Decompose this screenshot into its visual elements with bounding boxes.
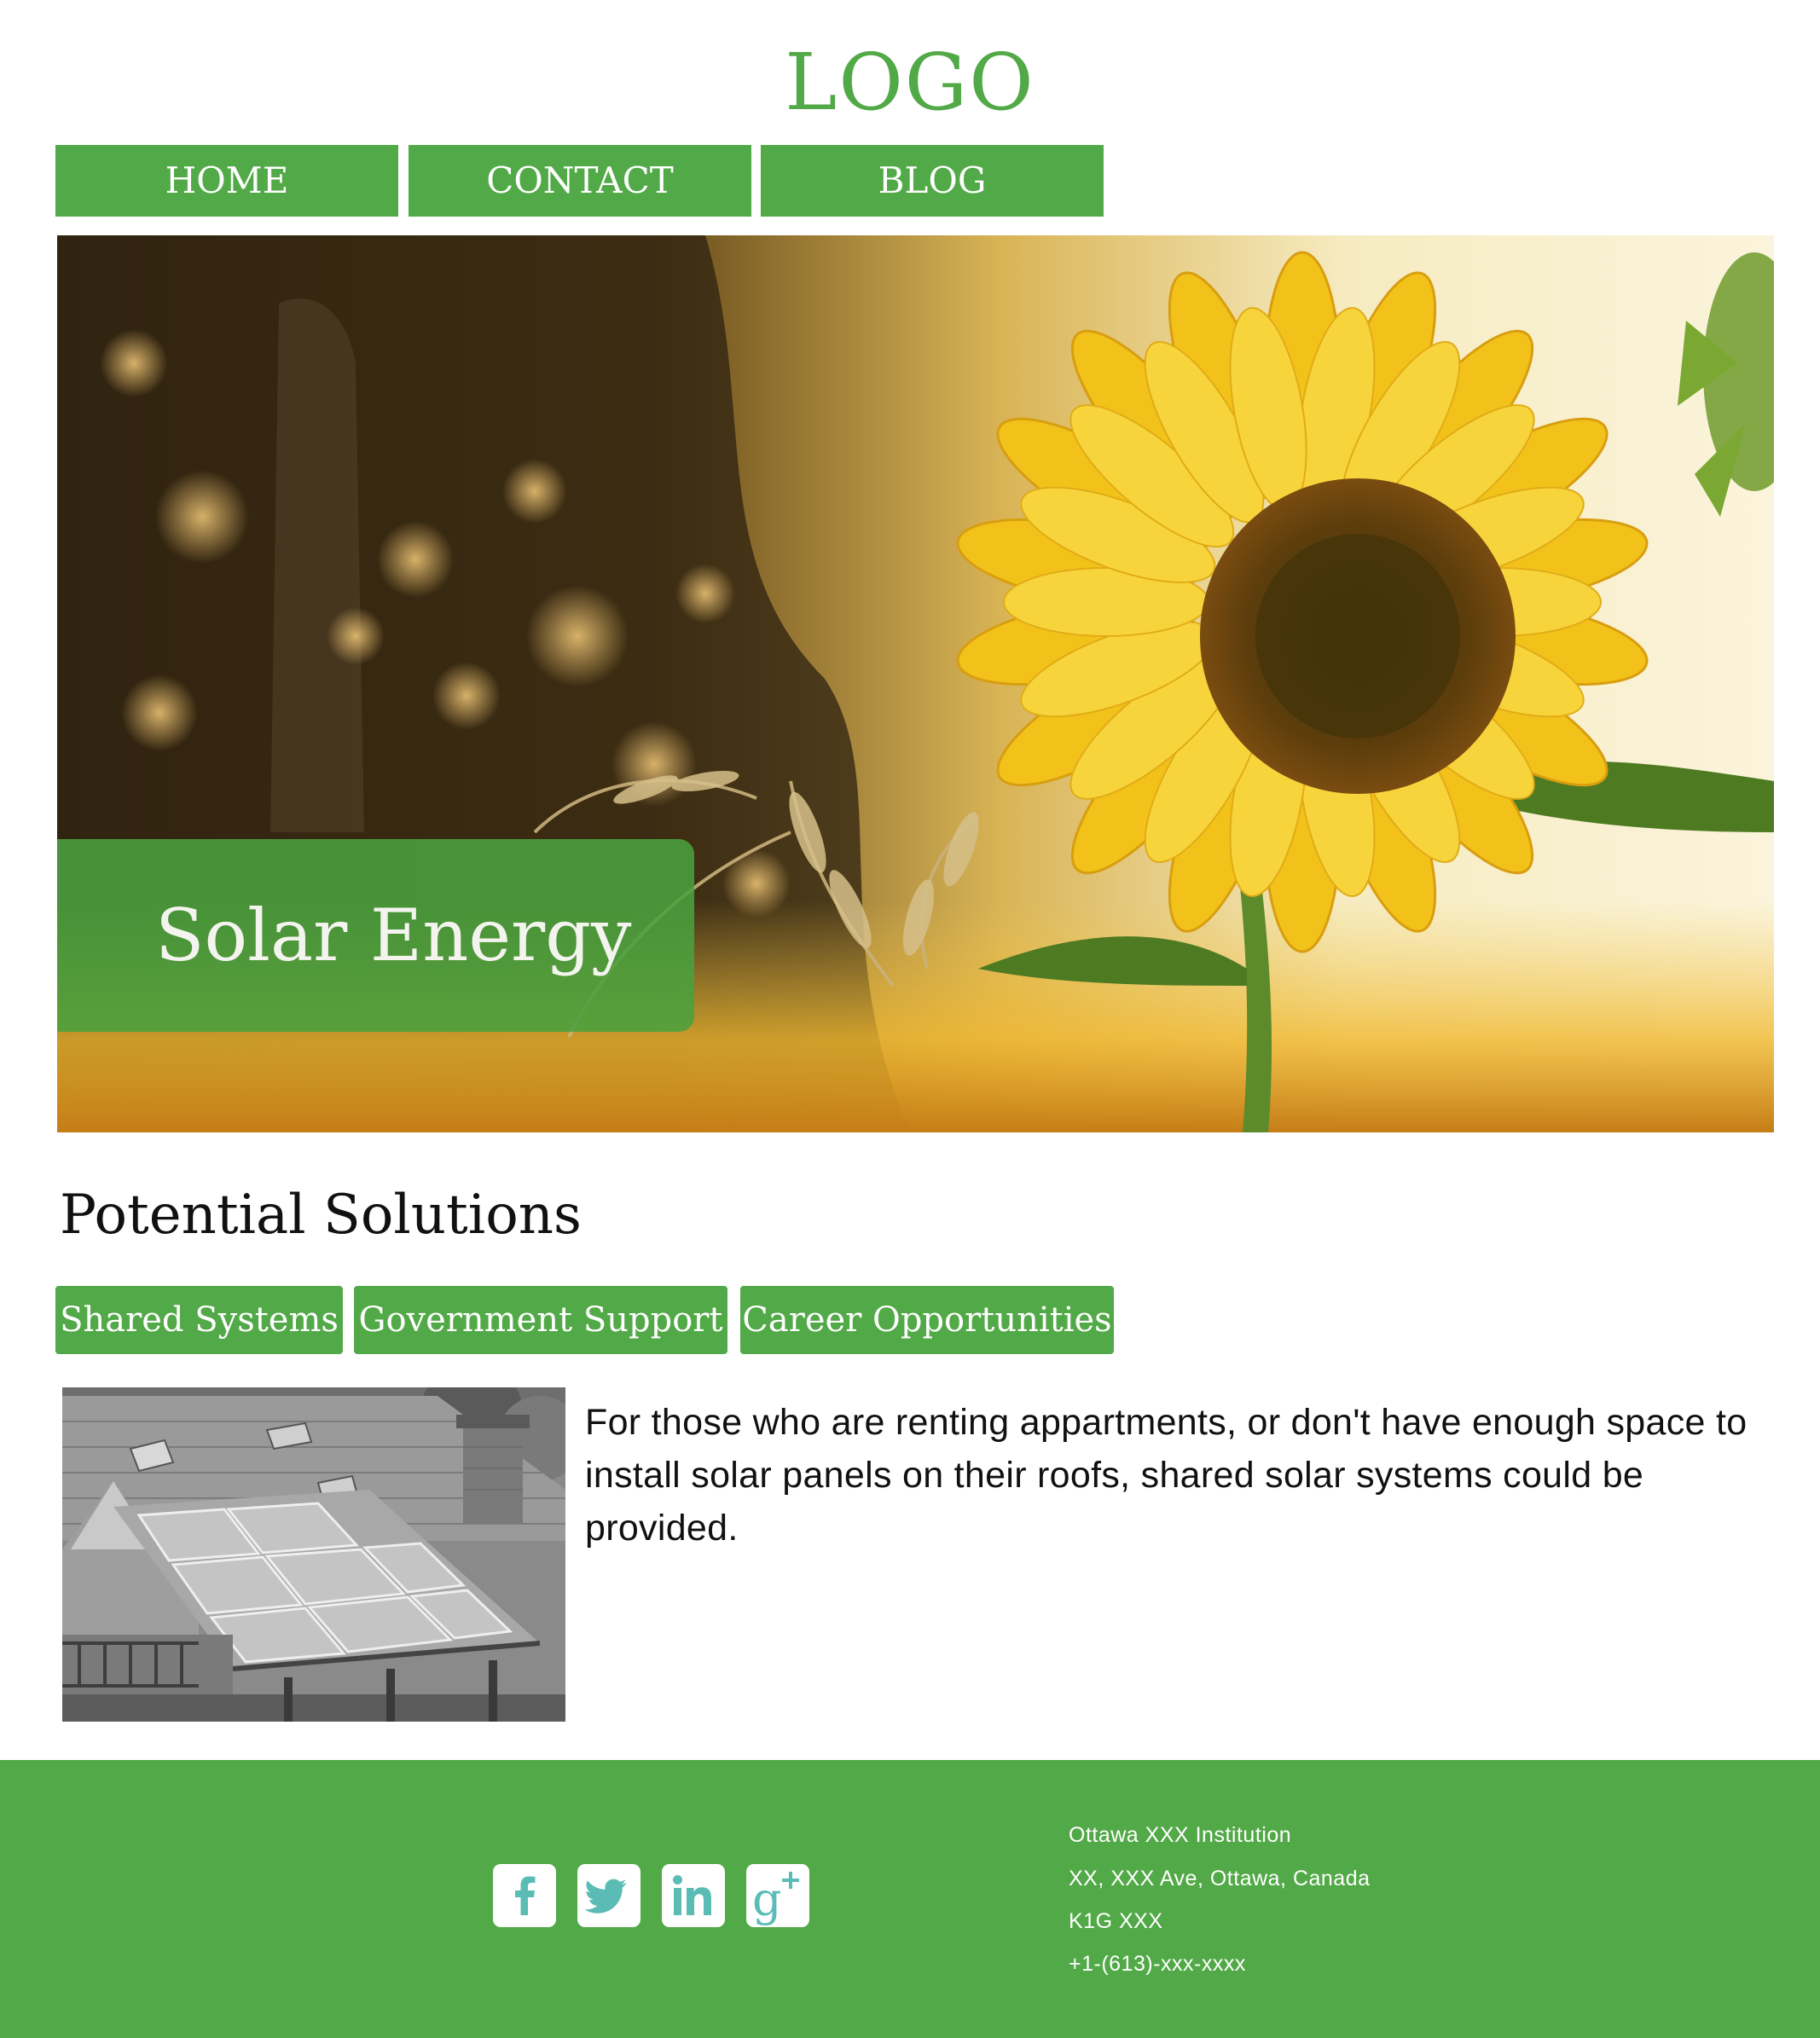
- svg-text:g: g: [752, 1873, 782, 1926]
- hero-image: Solar Energy: [57, 235, 1774, 1132]
- hero-title: Solar Energy: [155, 894, 632, 977]
- solution-description: For those who are renting appartments, o…: [585, 1402, 1748, 1549]
- nav-home-button[interactable]: HOME: [55, 145, 398, 217]
- nav-blog-button[interactable]: BLOG: [761, 145, 1104, 217]
- tab-shared-systems[interactable]: Shared Systems: [55, 1286, 343, 1354]
- tab-government-support[interactable]: Government Support: [354, 1286, 727, 1354]
- address-institution: Ottawa XXX Institution: [1069, 1823, 1292, 1847]
- twitter-icon[interactable]: [577, 1864, 640, 1927]
- solar-roof-image: [62, 1387, 565, 1722]
- tab-career-opportunities[interactable]: Career Opportunities: [740, 1286, 1114, 1354]
- address-street: XX, XXX Ave, Ottawa, Canada: [1069, 1867, 1371, 1890]
- phone-number[interactable]: +1-(613)-xxx-xxxx: [1069, 1950, 1246, 1977]
- address-postal-code: K1G XXX: [1069, 1909, 1163, 1933]
- google-plus-icon[interactable]: g: [746, 1864, 809, 1927]
- footer: [0, 1760, 1820, 2038]
- hero-banner: Solar Energy: [57, 839, 694, 1032]
- nav-contact-button[interactable]: CONTACT: [409, 145, 751, 217]
- linkedin-icon[interactable]: [662, 1864, 725, 1927]
- facebook-icon[interactable]: [493, 1864, 556, 1927]
- section-title: Potential Solutions: [60, 1184, 582, 1247]
- logo[interactable]: LOGO: [0, 36, 1820, 130]
